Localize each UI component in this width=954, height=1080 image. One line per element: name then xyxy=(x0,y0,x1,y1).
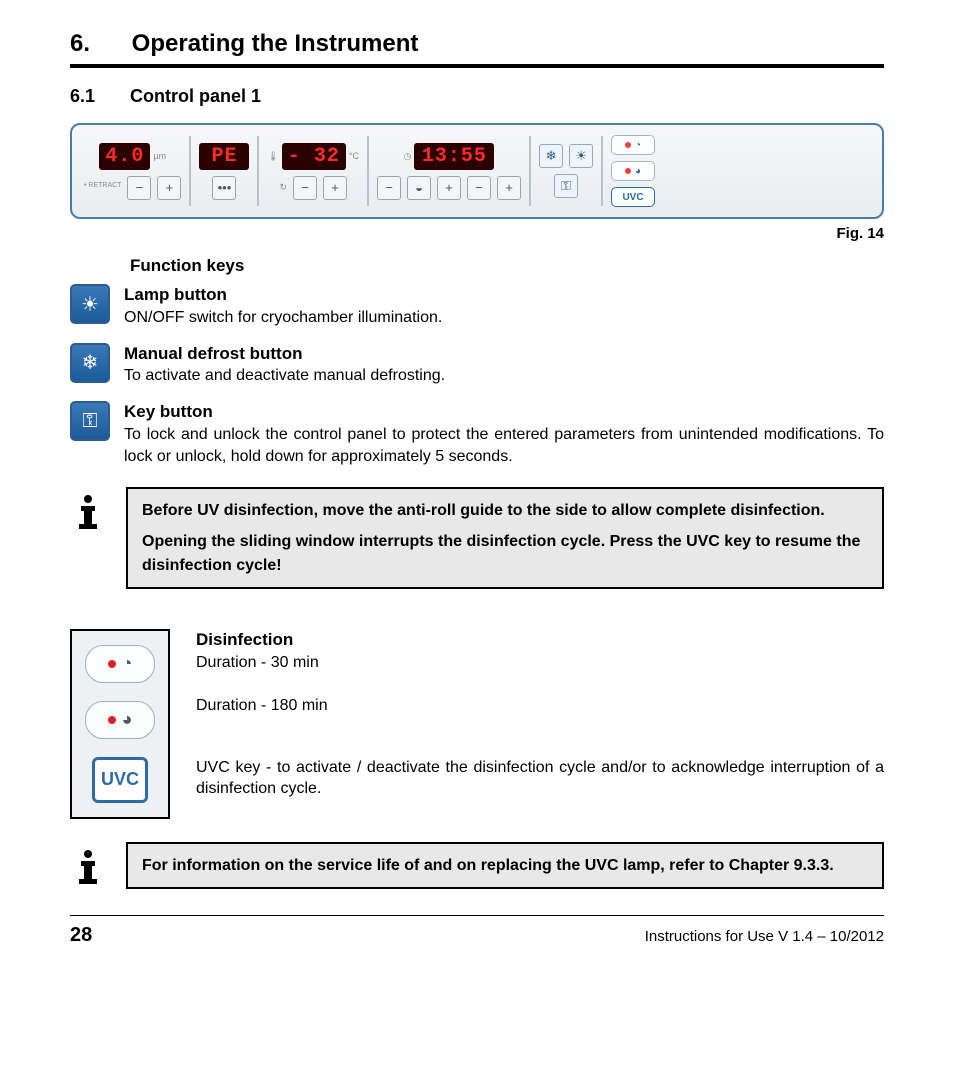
fk-title: Key button xyxy=(124,402,213,421)
function-key-lock: ⚿ Key button To lock and unlock the cont… xyxy=(70,401,884,467)
fk-desc: ON/OFF switch for cryochamber illuminati… xyxy=(124,309,442,326)
plus-button[interactable]: + xyxy=(323,176,347,200)
section-number: 6.1 xyxy=(70,86,125,107)
uvc-button[interactable]: UVC xyxy=(611,187,655,207)
lamp-icon: ☀ xyxy=(70,284,110,324)
minus-button[interactable]: − xyxy=(293,176,317,200)
page-footer: 28 Instructions for Use V 1.4 – 10/2012 xyxy=(70,915,884,947)
lamp-icon[interactable]: ☀ xyxy=(569,144,593,168)
duration-30-text: Duration - 30 min xyxy=(196,654,319,671)
info-icon xyxy=(70,848,106,888)
plus-button[interactable]: + xyxy=(437,176,461,200)
info-text-1: Before UV disinfection, move the anti-ro… xyxy=(142,499,868,522)
info-note-2: For information on the service life of a… xyxy=(70,842,884,889)
thermo-icon: 🌡 xyxy=(267,151,278,162)
figure-caption: Fig. 14 xyxy=(70,225,884,242)
duration-180-button[interactable]: ◕ xyxy=(85,701,155,739)
chapter-header: 6. Operating the Instrument xyxy=(70,30,884,68)
duration-180-button[interactable]: ◕ xyxy=(611,161,655,181)
defrost-icon[interactable]: ❄ xyxy=(539,144,563,168)
control-panel-figure: 4.0 µm • RETRACT − + PE ••• 🌡 xyxy=(70,123,884,219)
temperature-display: - 32 xyxy=(282,143,346,170)
disinfection-panel: ◔ ◕ UVC xyxy=(70,629,170,819)
duration-30-button[interactable]: ◔ xyxy=(611,135,655,155)
clock-full-icon: ◕ xyxy=(122,709,133,730)
temperature-unit: °C xyxy=(349,151,359,161)
page-number: 28 xyxy=(70,924,92,947)
retract-label: • RETRACT xyxy=(84,182,121,189)
minus-button[interactable]: − xyxy=(127,176,151,200)
status-display: PE xyxy=(199,143,249,170)
section-title: Control panel 1 xyxy=(130,86,261,106)
disinfection-block: ◔ ◕ UVC Disinfection Duration - 30 min D… xyxy=(70,629,884,822)
chapter-number: 6. xyxy=(70,30,125,58)
chapter-title: Operating the Instrument xyxy=(132,30,419,57)
clock-icon: ◷ xyxy=(404,151,412,162)
key-icon: ⚿ xyxy=(70,401,110,441)
info-text: For information on the service life of a… xyxy=(142,854,868,877)
plus-button[interactable]: + xyxy=(157,176,181,200)
minus-button[interactable]: − xyxy=(467,176,491,200)
thickness-display: 4.0 xyxy=(99,143,150,170)
function-key-defrost: ❄ Manual defrost button To activate and … xyxy=(70,343,884,388)
snowflake-icon: ❄ xyxy=(70,343,110,383)
clock-empty-icon: ◔ xyxy=(122,653,133,674)
doc-version: Instructions for Use V 1.4 – 10/2012 xyxy=(645,928,884,945)
uvc-button[interactable]: UVC xyxy=(92,757,148,803)
fk-title: Manual defrost button xyxy=(124,344,302,363)
section-heading: 6.1 Control panel 1 xyxy=(70,86,884,107)
minus-button[interactable]: − xyxy=(377,176,401,200)
plus-button[interactable]: + xyxy=(497,176,521,200)
info-text-2: Opening the sliding window interrupts th… xyxy=(142,530,868,576)
duration-30-button[interactable]: ◔ xyxy=(85,645,155,683)
fk-desc: To activate and deactivate manual defros… xyxy=(124,367,445,384)
function-key-lamp: ☀ Lamp button ON/OFF switch for cryocham… xyxy=(70,284,884,329)
info-note-1: Before UV disinfection, move the anti-ro… xyxy=(70,487,884,589)
time-display: 13:55 xyxy=(414,143,494,170)
fk-title: Lamp button xyxy=(124,285,227,304)
set-button[interactable]: ◒ xyxy=(407,176,431,200)
key-icon[interactable]: ⚿ xyxy=(554,174,578,198)
menu-button[interactable]: ••• xyxy=(212,176,236,200)
function-keys-heading: Function keys xyxy=(130,256,884,276)
fan-icon: ↻ xyxy=(279,182,287,193)
info-icon xyxy=(70,493,106,533)
fk-desc: To lock and unlock the control panel to … xyxy=(124,426,884,465)
thickness-unit: µm xyxy=(153,151,166,161)
uvc-desc: UVC key - to activate / deactivate the d… xyxy=(196,759,884,798)
duration-180-text: Duration - 180 min xyxy=(196,697,328,714)
disinfection-title: Disinfection xyxy=(196,630,293,649)
